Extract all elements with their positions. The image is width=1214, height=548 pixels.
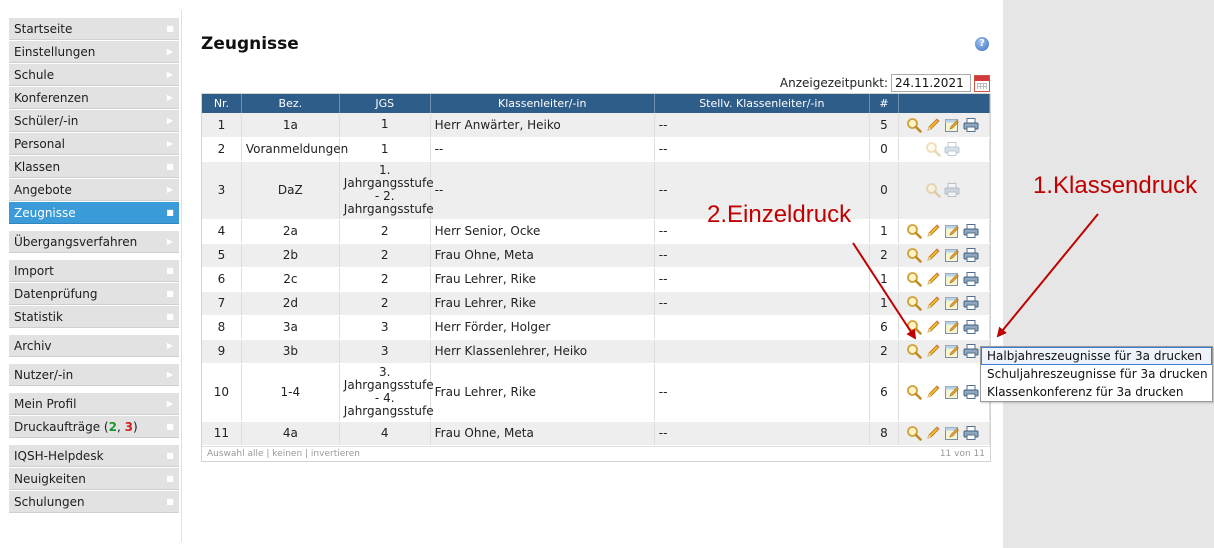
einzeldruck-arrow bbox=[852, 242, 917, 340]
annotation-arrows bbox=[852, 213, 1099, 340]
klassendruck-arrow bbox=[996, 213, 1099, 338]
